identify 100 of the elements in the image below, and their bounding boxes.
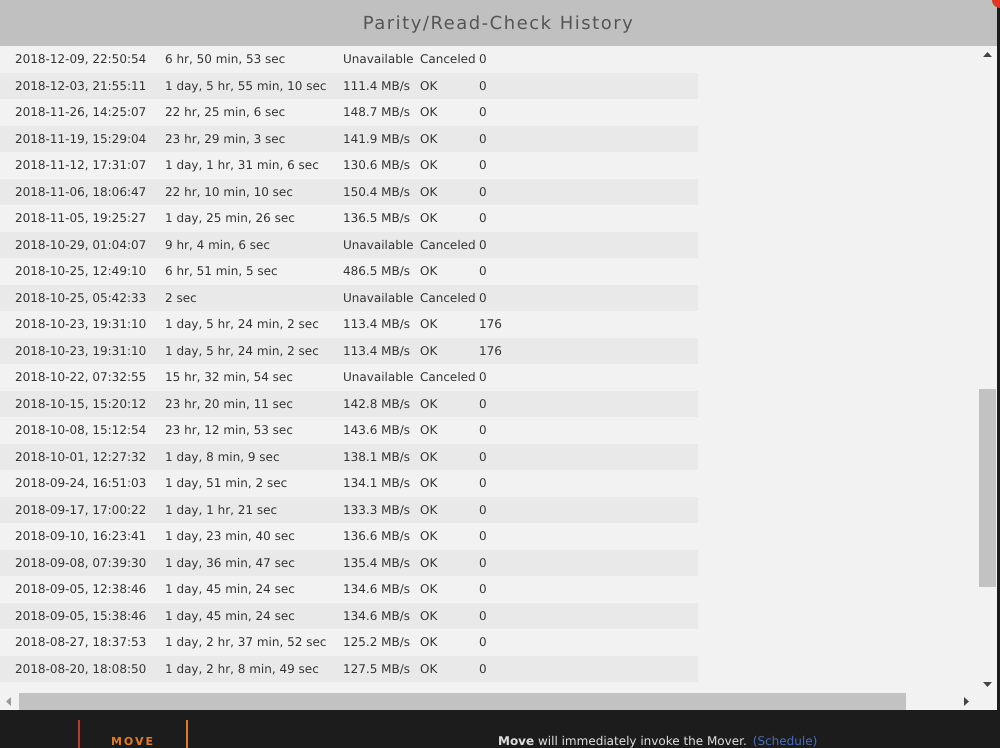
speed-cell-text: 134.1 MB/s bbox=[343, 476, 412, 490]
date-cell-text: 2018-11-06, 18:06:47 bbox=[14, 184, 148, 199]
status-cell-text: OK bbox=[420, 529, 438, 544]
date-cell-text: 2018-11-26, 14:25:07 bbox=[14, 105, 148, 120]
errors-cell-text: 0 bbox=[479, 52, 488, 66]
errors-cell-text: 0 bbox=[479, 635, 488, 650]
speed-cell-text: 134.6 MB/s bbox=[343, 582, 412, 596]
scroll-left-icon[interactable] bbox=[6, 697, 11, 706]
speed-cell-text: 111.4 MB/s bbox=[343, 78, 412, 93]
scroll-up-icon[interactable] bbox=[983, 52, 992, 57]
status-cell-text: Canceled bbox=[420, 290, 477, 305]
status-cell-text: OK bbox=[420, 502, 438, 517]
speed-cell-text: 113.4 MB/s bbox=[343, 317, 412, 332]
duration-cell-text: 1 day, 8 min, 9 sec bbox=[165, 450, 281, 464]
duration-cell-text: 23 hr, 29 min, 3 sec bbox=[165, 132, 286, 146]
status-cell-text: OK bbox=[420, 158, 438, 172]
date-cell-text: 2018-09-17, 17:00:22 bbox=[14, 502, 148, 517]
scrollbar-thumb[interactable] bbox=[979, 389, 996, 587]
errors-cell-text: 0 bbox=[479, 396, 488, 411]
speed-cell-text: 148.7 MB/s bbox=[343, 105, 412, 120]
status-cell-text: Canceled bbox=[420, 52, 477, 66]
speed-cell-text: 486.5 MB/s bbox=[343, 264, 412, 278]
date-cell-text: 2018-10-23, 19:31:10 bbox=[14, 317, 148, 332]
duration-cell-text: 1 day, 5 hr, 55 min, 10 sec bbox=[165, 78, 328, 93]
date-cell-text: 2018-10-29, 01:04:07 bbox=[14, 238, 148, 252]
scroll-right-icon[interactable] bbox=[964, 697, 969, 706]
errors-cell-text: 0 bbox=[479, 105, 488, 120]
footer-text: Move will immediately invoke the Mover. bbox=[498, 734, 747, 748]
date-cell-text: 2018-10-23, 19:31:10 bbox=[14, 344, 148, 358]
duration-cell-text: 1 day, 23 min, 40 sec bbox=[165, 529, 296, 544]
errors-cell-text: 0 bbox=[479, 184, 488, 199]
status-cell-text: OK bbox=[420, 582, 438, 596]
errors-cell-text: 0 bbox=[479, 238, 488, 252]
speed-cell-text: 135.4 MB/s bbox=[343, 556, 412, 570]
duration-cell-text: 6 hr, 51 min, 5 sec bbox=[165, 264, 279, 278]
dialog-title: Parity/Read-Check History bbox=[362, 12, 634, 34]
date-cell-text: 2018-11-12, 17:31:07 bbox=[14, 158, 148, 172]
status-cell-text: OK bbox=[420, 105, 438, 120]
duration-cell-text: 1 day, 45 min, 24 sec bbox=[165, 582, 296, 596]
speed-cell-text: 125.2 MB/s bbox=[343, 635, 412, 650]
speed-cell-text: 127.5 MB/s bbox=[343, 662, 412, 676]
errors-cell-text: 0 bbox=[479, 132, 488, 146]
errors-cell-text: 0 bbox=[479, 450, 488, 464]
errors-cell-text: 0 bbox=[479, 529, 488, 544]
schedule-link[interactable]: (Schedule) bbox=[752, 734, 818, 748]
status-cell-text: OK bbox=[420, 450, 438, 464]
date-cell-text: 2018-10-25, 05:42:33 bbox=[14, 290, 148, 305]
date-cell-text: 2018-09-05, 12:38:46 bbox=[14, 582, 148, 596]
status-cell-text: Canceled bbox=[420, 238, 477, 252]
date-cell-text: 2018-11-19, 15:29:04 bbox=[14, 132, 148, 146]
speed-cell-text: 136.6 MB/s bbox=[343, 529, 412, 544]
speed-cell-text: Unavailable bbox=[343, 370, 415, 384]
duration-cell-text: 23 hr, 12 min, 53 sec bbox=[165, 423, 294, 438]
speed-cell-text: 133.3 MB/s bbox=[343, 502, 412, 517]
duration-cell-text: 1 day, 45 min, 24 sec bbox=[165, 608, 296, 623]
scroll-down-icon[interactable] bbox=[983, 682, 992, 687]
speed-cell-text: 141.9 MB/s bbox=[343, 132, 412, 146]
date-cell-text: 2018-10-15, 15:20:12 bbox=[14, 396, 148, 411]
status-cell-text: Canceled bbox=[420, 370, 477, 384]
errors-cell-text: 176 bbox=[479, 344, 503, 358]
status-cell-text: OK bbox=[420, 476, 438, 490]
errors-cell-text: 0 bbox=[479, 662, 488, 676]
status-cell-text: OK bbox=[420, 556, 438, 570]
speed-cell-text: Unavailable bbox=[343, 290, 415, 305]
duration-cell-text: 23 hr, 20 min, 11 sec bbox=[165, 396, 294, 411]
duration-cell-text: 1 day, 1 hr, 21 sec bbox=[165, 502, 278, 517]
errors-cell-text: 0 bbox=[479, 211, 488, 226]
speed-cell-text: 134.6 MB/s bbox=[343, 608, 412, 623]
errors-cell-text: 0 bbox=[479, 370, 488, 384]
status-cell-text: OK bbox=[420, 635, 438, 650]
speed-cell-text: 142.8 MB/s bbox=[343, 396, 412, 411]
status-cell-text: OK bbox=[420, 396, 438, 411]
status-cell-text: OK bbox=[420, 662, 438, 676]
status-cell-text: OK bbox=[420, 317, 438, 332]
date-cell-text: 2018-09-05, 15:38:46 bbox=[14, 608, 148, 623]
duration-cell-text: 1 day, 2 hr, 8 min, 49 sec bbox=[165, 662, 320, 676]
duration-cell-text: 1 day, 2 hr, 37 min, 52 sec bbox=[165, 635, 328, 650]
date-cell-text: 2018-12-09, 22:50:54 bbox=[14, 52, 148, 66]
duration-cell-text: 1 day, 25 min, 26 sec bbox=[165, 211, 296, 226]
speed-cell-text: 130.6 MB/s bbox=[343, 158, 412, 172]
speed-cell-text: 136.5 MB/s bbox=[343, 211, 412, 226]
status-cell-text: OK bbox=[420, 264, 438, 278]
date-cell-text: 2018-09-08, 07:39:30 bbox=[14, 556, 148, 570]
duration-cell-text: 1 day, 5 hr, 24 min, 2 sec bbox=[165, 317, 320, 332]
speed-cell-text: Unavailable bbox=[343, 52, 415, 66]
errors-cell-text: 0 bbox=[479, 290, 488, 305]
duration-cell-text: 2 sec bbox=[165, 290, 198, 305]
speed-cell-text: 138.1 MB/s bbox=[343, 450, 412, 464]
errors-cell-text: 0 bbox=[479, 502, 488, 517]
duration-cell-text: 1 day, 1 hr, 31 min, 6 sec bbox=[165, 158, 320, 172]
speed-cell-text: 113.4 MB/s bbox=[343, 344, 412, 358]
errors-cell-text: 0 bbox=[479, 582, 488, 596]
status-cell-text: OK bbox=[420, 132, 438, 146]
duration-cell-text: 15 hr, 32 min, 54 sec bbox=[165, 370, 294, 384]
move-button[interactable]: MOVE bbox=[78, 720, 188, 748]
date-cell-text: 2018-09-24, 16:51:03 bbox=[14, 476, 148, 490]
status-cell-text: OK bbox=[420, 423, 438, 438]
status-cell-text: OK bbox=[420, 608, 438, 623]
date-cell-text: 2018-11-05, 19:25:27 bbox=[14, 211, 148, 226]
errors-cell-text: 0 bbox=[479, 264, 488, 278]
